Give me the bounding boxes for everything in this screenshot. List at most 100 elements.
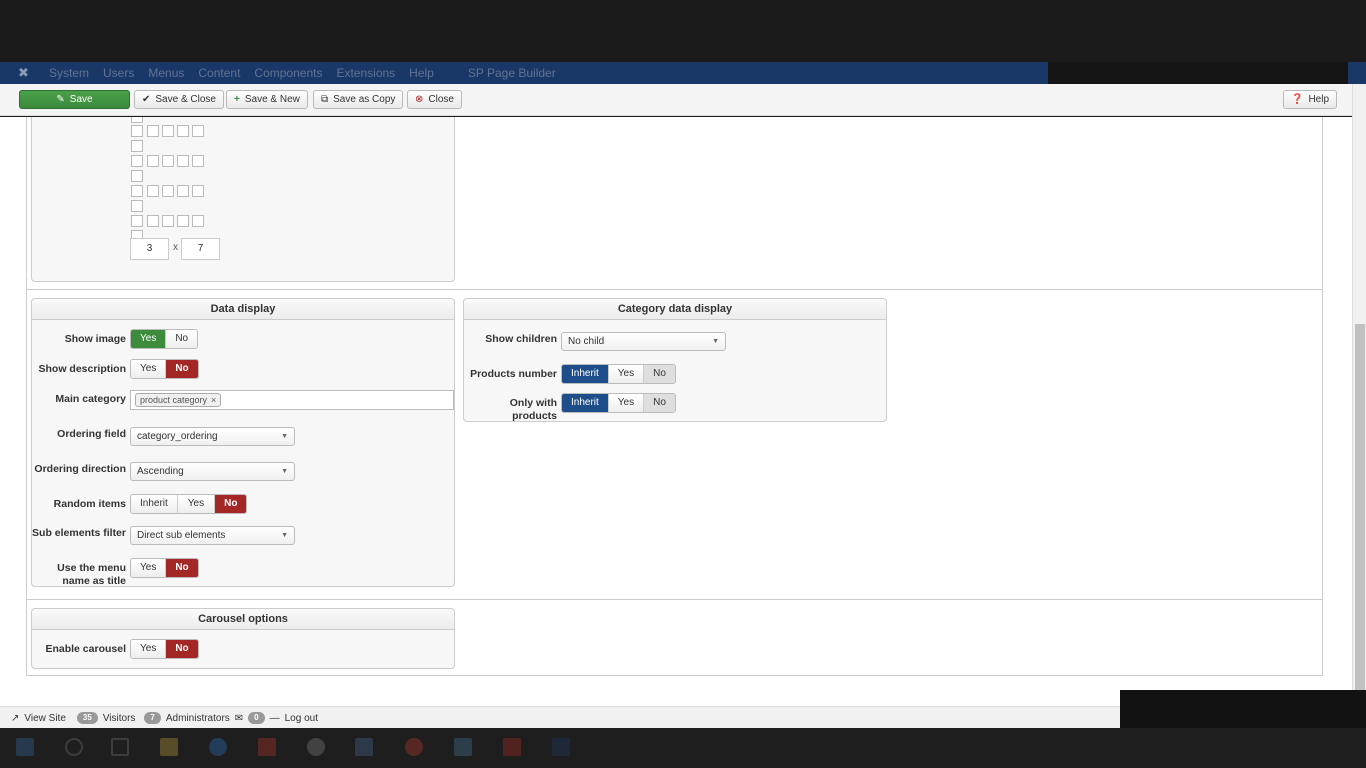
photoshop-icon[interactable] xyxy=(552,738,570,756)
page-scrollbar[interactable] xyxy=(1352,84,1366,706)
menu-name-title-yes[interactable]: Yes xyxy=(131,559,167,577)
show-image-label: Show image xyxy=(64,333,126,345)
show-description-yes[interactable]: Yes xyxy=(131,360,167,378)
products-number-toggle: Inherit Yes No xyxy=(561,364,676,384)
view-site-link[interactable]: View Site xyxy=(24,713,66,724)
grid-cell[interactable] xyxy=(192,215,204,227)
grid-cell[interactable] xyxy=(131,215,143,227)
only-with-products-inherit[interactable]: Inherit xyxy=(562,394,609,412)
admins-label[interactable]: Administrators xyxy=(166,713,230,724)
grid-cell[interactable] xyxy=(131,155,143,167)
show-image-toggle: Yes No xyxy=(130,329,199,349)
logout-link[interactable]: Log out xyxy=(285,713,318,724)
only-with-products-yes[interactable]: Yes xyxy=(608,394,645,412)
products-number-inherit[interactable]: Inherit xyxy=(562,365,609,383)
wifi-app-icon[interactable] xyxy=(307,738,325,756)
grid-rows-input[interactable]: 7 xyxy=(181,238,220,260)
menu-help[interactable]: Help xyxy=(409,66,434,80)
grid-cell[interactable] xyxy=(147,215,159,227)
save-copy-button[interactable]: ⧉ Save as Copy xyxy=(313,90,404,109)
tag-remove-icon[interactable]: × xyxy=(211,394,216,406)
sub-elements-filter-select[interactable]: Direct sub elements ▼ xyxy=(130,526,295,545)
chevron-down-icon: ▼ xyxy=(712,338,719,345)
menu-name-title-no[interactable]: No xyxy=(166,559,198,577)
help-button[interactable]: ❓ Help xyxy=(1283,90,1338,109)
grid-cell[interactable] xyxy=(131,170,143,182)
copy-icon: ⧉ xyxy=(321,94,329,105)
plus-icon: + xyxy=(234,94,240,105)
menu-menus[interactable]: Menus xyxy=(148,66,184,80)
close-button[interactable]: ⊗ Close xyxy=(407,90,462,109)
grid-cell[interactable] xyxy=(147,125,159,137)
grid-cell[interactable] xyxy=(131,140,143,152)
grid-cell[interactable] xyxy=(192,125,204,137)
grid-cell[interactable] xyxy=(162,125,174,137)
grid-cell[interactable] xyxy=(177,185,189,197)
only-with-products-no[interactable]: No xyxy=(644,394,675,412)
search-icon[interactable] xyxy=(65,738,83,756)
show-children-select[interactable]: No child ▼ xyxy=(561,332,726,351)
menu-content[interactable]: Content xyxy=(198,66,240,80)
enable-carousel-yes[interactable]: Yes xyxy=(131,640,167,658)
grid-cell[interactable] xyxy=(162,155,174,167)
main-category-input[interactable]: product category × xyxy=(130,390,454,410)
menu-users[interactable]: Users xyxy=(103,66,134,80)
pdf-reader-icon[interactable] xyxy=(503,738,521,756)
ordering-direction-label: Ordering direction xyxy=(34,463,126,475)
menu-extensions[interactable]: Extensions xyxy=(336,66,395,80)
visitors-label[interactable]: Visitors xyxy=(103,713,136,724)
messages-count-badge[interactable]: 0 xyxy=(248,712,265,724)
chrome-icon[interactable] xyxy=(405,738,423,756)
save-new-button[interactable]: + Save & New xyxy=(226,90,308,109)
file-explorer-icon[interactable] xyxy=(160,738,178,756)
grid-cell[interactable] xyxy=(177,215,189,227)
grid-cell[interactable] xyxy=(131,117,143,123)
products-number-yes[interactable]: Yes xyxy=(608,365,645,383)
app-icon[interactable] xyxy=(355,738,373,756)
show-description-no[interactable]: No xyxy=(166,360,198,378)
ordering-field-value: category_ordering xyxy=(137,431,218,442)
panel-title: Data display xyxy=(32,299,454,320)
divider xyxy=(26,599,1323,600)
grid-cell[interactable] xyxy=(177,155,189,167)
carousel-options-panel: Carousel options xyxy=(31,608,455,669)
grid-cell[interactable] xyxy=(147,185,159,197)
grid-cell[interactable] xyxy=(131,185,143,197)
random-items-yes[interactable]: Yes xyxy=(177,495,216,513)
joomla-logo-icon[interactable]: ✖ xyxy=(18,65,29,81)
menu-system[interactable]: System xyxy=(49,66,89,80)
save-close-label: Save & Close xyxy=(155,94,216,105)
category-tag-label: product category xyxy=(140,395,208,405)
ftp-client-icon[interactable] xyxy=(258,738,276,756)
grid-columns-input[interactable]: 3 xyxy=(130,238,169,260)
app-icon[interactable] xyxy=(454,738,472,756)
random-items-no[interactable]: No xyxy=(215,495,247,513)
save-new-label: Save & New xyxy=(244,94,300,105)
ordering-field-select[interactable]: category_ordering ▼ xyxy=(130,427,295,446)
scrollbar-thumb[interactable] xyxy=(1355,324,1365,704)
grid-cell[interactable] xyxy=(177,125,189,137)
task-view-icon[interactable] xyxy=(111,738,129,756)
save-close-button[interactable]: ✔ Save & Close xyxy=(134,90,224,109)
products-number-no[interactable]: No xyxy=(644,365,675,383)
menu-components[interactable]: Components xyxy=(254,66,322,80)
grid-cell[interactable] xyxy=(192,185,204,197)
os-taskbar xyxy=(0,728,1366,768)
random-items-inherit[interactable]: Inherit xyxy=(131,495,178,513)
windows-start-icon[interactable] xyxy=(16,738,34,756)
enable-carousel-no[interactable]: No xyxy=(166,640,198,658)
show-image-no[interactable]: No xyxy=(166,330,198,348)
menu-sp-page-builder[interactable]: SP Page Builder xyxy=(468,66,556,80)
grid-cell[interactable] xyxy=(162,215,174,227)
grid-cell[interactable] xyxy=(147,155,159,167)
ordering-direction-select[interactable]: Ascending ▼ xyxy=(130,462,295,481)
panel-title: Category data display xyxy=(464,299,886,320)
browser-icon[interactable] xyxy=(209,738,227,756)
grid-cell[interactable] xyxy=(162,185,174,197)
save-button[interactable]: ✎ Save xyxy=(19,90,130,109)
grid-cell[interactable] xyxy=(131,200,143,212)
help-icon: ❓ xyxy=(1291,94,1304,105)
show-image-yes[interactable]: Yes xyxy=(131,330,167,348)
grid-cell[interactable] xyxy=(131,125,143,137)
grid-cell[interactable] xyxy=(192,155,204,167)
